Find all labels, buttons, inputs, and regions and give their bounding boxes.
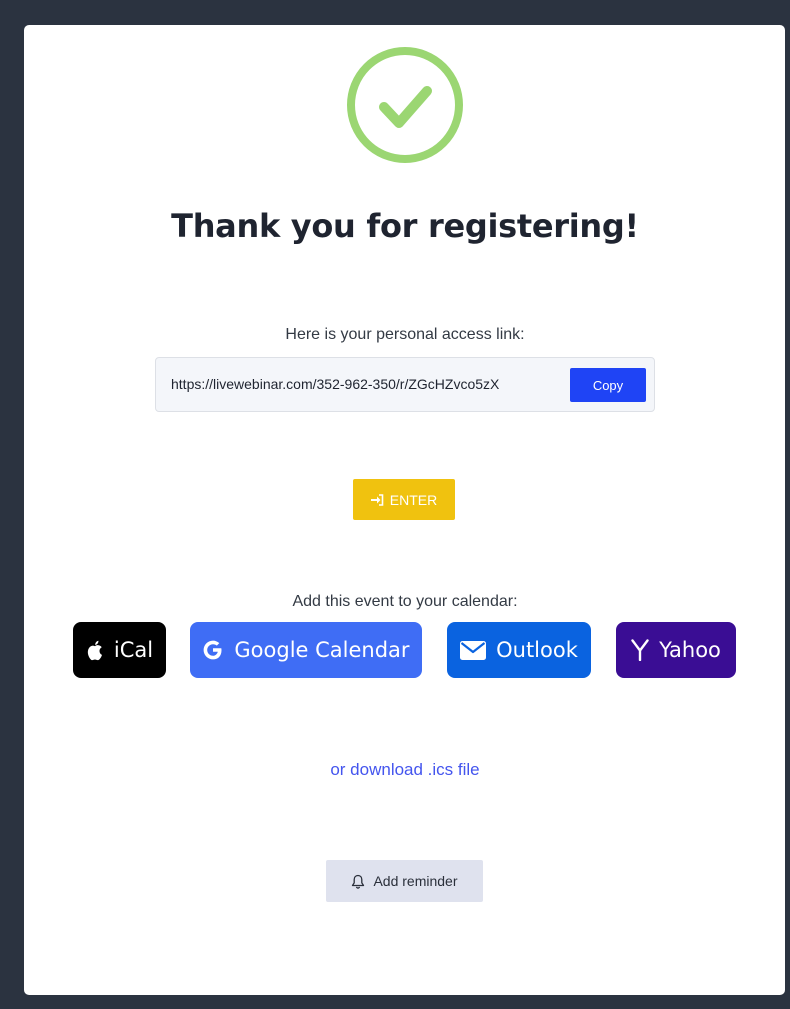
ical-label: iCal bbox=[113, 638, 154, 662]
access-link-box: https://livewebinar.com/352-962-350/r/ZG… bbox=[155, 357, 655, 412]
google-icon bbox=[204, 640, 222, 660]
envelope-icon bbox=[460, 640, 487, 660]
yahoo-icon bbox=[631, 639, 649, 661]
copy-button[interactable]: Copy bbox=[570, 368, 646, 402]
calendar-label: Add this event to your calendar: bbox=[292, 593, 518, 610]
outlook-label: Outlook bbox=[496, 638, 578, 662]
check-circle-icon bbox=[347, 47, 463, 163]
download-ics-link-wrap: or download .ics file bbox=[0, 760, 790, 780]
yahoo-label: Yahoo bbox=[659, 638, 721, 662]
google-calendar-button[interactable]: Google Calendar bbox=[190, 622, 422, 678]
download-ics-link[interactable]: or download .ics file bbox=[330, 760, 479, 779]
yahoo-button[interactable]: Yahoo bbox=[616, 622, 736, 678]
google-calendar-label: Google Calendar bbox=[234, 638, 410, 662]
bell-icon bbox=[352, 874, 365, 889]
add-reminder-button[interactable]: Add reminder bbox=[326, 860, 483, 902]
enter-button[interactable]: ENTER bbox=[353, 479, 455, 520]
enter-label: ENTER bbox=[389, 491, 438, 508]
add-reminder-label: Add reminder bbox=[373, 873, 458, 889]
sign-in-icon bbox=[370, 493, 384, 506]
access-link-label: Here is your personal access link: bbox=[285, 326, 525, 343]
apple-icon bbox=[87, 640, 102, 660]
outlook-button[interactable]: Outlook bbox=[447, 622, 591, 678]
page-title: Thank you for registering! bbox=[171, 207, 639, 245]
ical-button[interactable]: iCal bbox=[73, 622, 166, 678]
access-link-input[interactable]: https://livewebinar.com/352-962-350/r/ZG… bbox=[171, 376, 566, 392]
